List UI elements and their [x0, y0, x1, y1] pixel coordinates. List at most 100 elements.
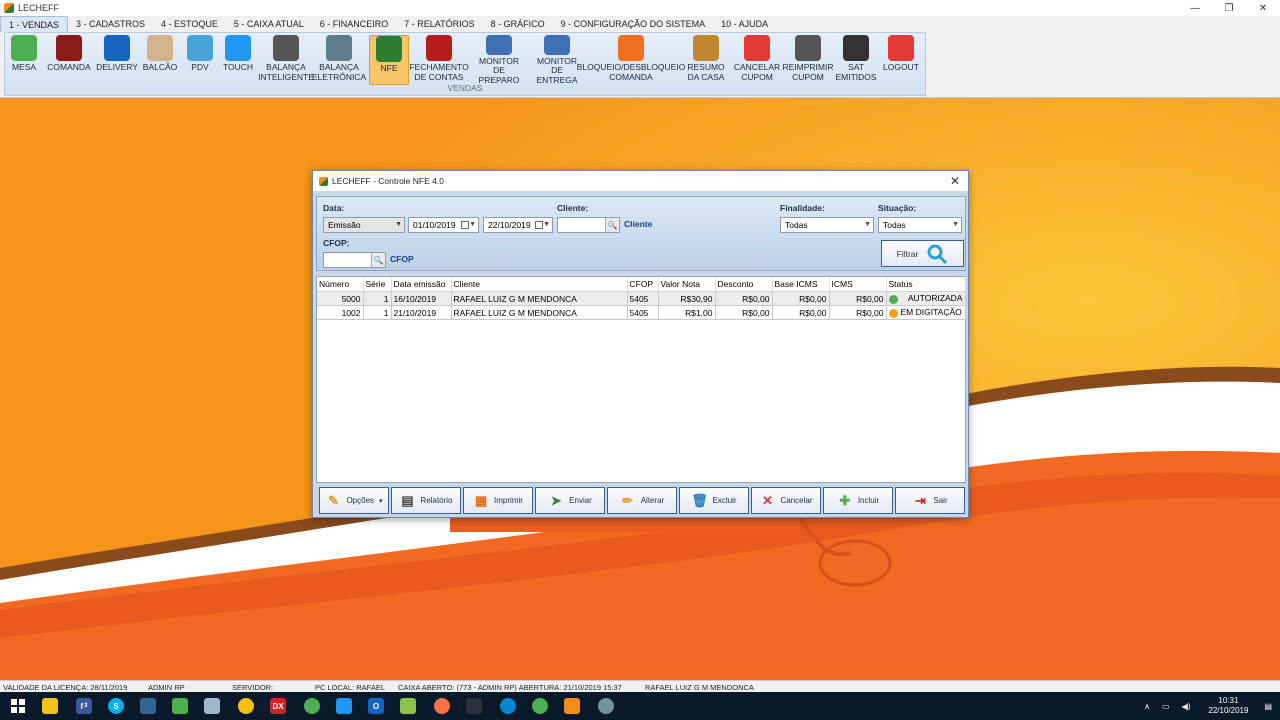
ribbon-button-6[interactable]: scale-iconBALANÇA INTELIGENTE [258, 35, 314, 85]
facebook-icon[interactable]: f3 [76, 698, 92, 714]
clock[interactable]: 10:31 22/10/2019 [1200, 696, 1256, 716]
firefox-icon[interactable] [434, 698, 450, 714]
edit-button[interactable]: ✏ Alterar [607, 487, 677, 514]
menu-tab-6[interactable]: 8 - GRÁFICO [483, 16, 553, 32]
situacao-select[interactable]: Todas ▼ [878, 217, 962, 233]
editor-icon[interactable] [172, 698, 188, 714]
cancel-button[interactable]: ✕ Cancelar [751, 487, 821, 514]
menu-tab-5[interactable]: 7 - RELATÓRIOS [396, 16, 482, 32]
menu-tab-1[interactable]: 3 - CADASTROS [68, 16, 153, 32]
notes-icon[interactable] [204, 698, 220, 714]
column-header[interactable]: ICMS [829, 277, 887, 292]
calculator-icon[interactable] [336, 698, 352, 714]
chrome-icon[interactable] [304, 698, 320, 714]
menu-tab-2[interactable]: 4 - ESTOQUE [153, 16, 226, 32]
sticky-notes-icon[interactable] [42, 698, 58, 714]
cliente-search-input[interactable]: 🔍 [557, 217, 620, 233]
ribbon-button-15[interactable]: printer-iconREIMPRIMIR CUPOM [783, 35, 834, 85]
calendar-icon [535, 221, 543, 229]
print-button[interactable]: ▦ Imprimir [463, 487, 533, 514]
minimize-icon[interactable]: — [1178, 0, 1212, 16]
app-icon[interactable] [238, 698, 254, 714]
ribbon-button-5[interactable]: touch-screen-iconTOUCH [221, 35, 255, 85]
column-header[interactable]: Data emissão [391, 277, 452, 292]
ribbon-button-0[interactable]: fork-knife-iconMESA [9, 35, 39, 85]
ribbon-button-17[interactable]: user-logout-iconLOGOUT [883, 35, 919, 85]
files-icon[interactable] [400, 698, 416, 714]
tool-icon[interactable] [598, 698, 614, 714]
dropdown-arrow-icon[interactable]: ▾ [379, 497, 383, 505]
status-cliente: RAFAEL LUIZ G M MENDONCA [645, 683, 754, 692]
settings-icon[interactable] [466, 698, 482, 714]
tray-chevron-icon[interactable]: ∧ [1144, 702, 1150, 711]
table-row[interactable]: 1002 1 21/10/2019 RAFAEL LUIZ G M MENDONCA 5… [317, 305, 966, 320]
cfop-search-input[interactable]: 🔍 [323, 252, 386, 268]
ribbon-button-11[interactable]: monitor-delivery-iconMONITOR DE ENTREGA [531, 35, 583, 85]
table-cell: RAFAEL LUIZ G M MENDONCA [451, 305, 628, 320]
column-header[interactable]: CFOP [627, 277, 659, 292]
column-header[interactable]: Número [317, 277, 364, 292]
network-icon[interactable]: ▭ [1162, 702, 1170, 711]
ribbon-button-16[interactable]: sat-iconSAT EMITIDOS [835, 35, 877, 85]
ribbon-button-10[interactable]: monitor-prep-iconMONITOR DE PREPARO [473, 35, 525, 85]
search-icon[interactable]: 🔍 [371, 253, 385, 267]
send-button[interactable]: ➤ Enviar [535, 487, 605, 514]
ribbon-button-label: SAT EMITIDOS [835, 62, 877, 82]
windows-start-icon[interactable] [10, 698, 26, 714]
column-header[interactable]: Desconto [715, 277, 773, 292]
date-to-picker[interactable]: 22/10/2019 ▼ [483, 217, 553, 233]
ribbon-button-3[interactable]: counter-iconBALCÃO [141, 35, 179, 85]
exit-button[interactable]: ⇥ Sair [895, 487, 965, 514]
ribbon-button-12[interactable]: lock-order-iconBLOQUEIO/DESBLOQUEIO COMA… [577, 35, 685, 85]
dialog-close-icon[interactable]: ✕ [950, 174, 960, 188]
cancel-x-icon: ✕ [762, 492, 773, 508]
column-header[interactable]: Série [363, 277, 392, 292]
delete-button[interactable]: 🗑 Excluir [679, 487, 749, 514]
column-header[interactable]: Status [886, 277, 966, 292]
date-from-picker[interactable]: 01/10/2019 ▼ [408, 217, 479, 233]
column-header[interactable]: Cliente [451, 277, 628, 292]
table-row[interactable]: 5000 1 16/10/2019 RAFAEL LUIZ G M MENDONCA 5… [317, 291, 966, 306]
options-button[interactable]: ✎ Opções ▾ [319, 487, 389, 514]
menu-tab-4[interactable]: 6 - FINANCEIRO [312, 16, 397, 32]
ribbon-button-4[interactable]: basket-iconPDV [185, 35, 215, 85]
teamviewer-icon[interactable] [500, 698, 516, 714]
menu-tab-8[interactable]: 10 - AJUDA [713, 16, 776, 32]
ribbon-button-label: MESA [11, 62, 37, 72]
dx-icon[interactable]: DX [270, 698, 286, 714]
table-cell: 5000 [317, 291, 364, 306]
ribbon-order-pad-icon: order-pad-icon [56, 35, 82, 61]
menu-tab-3[interactable]: 5 - CAIXA ATUAL [226, 16, 312, 32]
menu-tab-7[interactable]: 9 - CONFIGURAÇÃO DO SISTEMA [553, 16, 714, 32]
ribbon-button-2[interactable]: telephone-iconDELIVERY [96, 35, 138, 85]
lecheff-taskbar-icon[interactable] [564, 698, 580, 714]
cfop-link[interactable]: CFOP [390, 254, 414, 264]
report-button[interactable]: ▤ Relatório [391, 487, 461, 514]
cliente-link[interactable]: Cliente [624, 219, 652, 229]
close-icon[interactable]: ✕ [1246, 0, 1280, 16]
outlook-icon[interactable]: O [368, 698, 384, 714]
ribbon-button-7[interactable]: electronic-scale-iconBALANÇA ELETRÔNICA [312, 35, 366, 85]
chrome-alt-icon[interactable] [532, 698, 548, 714]
maximize-icon[interactable]: ❐ [1212, 0, 1246, 16]
ribbon-button-13[interactable]: jar-iconRESUMO DA CASA [687, 35, 725, 85]
ribbon-button-8[interactable]: nfe-document-iconNFE [369, 35, 409, 85]
postgres-icon[interactable] [140, 698, 156, 714]
ribbon-button-1[interactable]: order-pad-iconCOMANDA [47, 35, 91, 85]
menu-tab-0[interactable]: 1 - VENDAS [0, 16, 69, 32]
volume-icon[interactable]: ◀) [1182, 702, 1191, 711]
column-header[interactable]: Base ICMS [772, 277, 830, 292]
ribbon-button-9[interactable]: cash-register-iconFECHAMENTO DE CONTAS [409, 35, 469, 85]
filtrar-button[interactable]: Filtrar [881, 240, 964, 267]
trash-icon: 🗑 [691, 492, 708, 508]
column-header[interactable]: Valor Nota [658, 277, 716, 292]
status-bar: VALIDADE DA LICENÇA: 28/11/2019 ADMIN RP… [0, 680, 1280, 692]
date-type-select[interactable]: Emissão ▼ [323, 217, 405, 233]
add-button[interactable]: ✚ Incluir [823, 487, 893, 514]
skype-icon[interactable]: S [108, 698, 124, 714]
finalidade-select[interactable]: Todas ▼ [780, 217, 874, 233]
table-body: 5000 1 16/10/2019 RAFAEL LUIZ G M MENDONCA 5… [317, 291, 966, 320]
search-icon[interactable]: 🔍 [605, 218, 619, 232]
ribbon-button-14[interactable]: cancel-iconCANCELAR CUPOM [734, 35, 780, 85]
notification-icon[interactable]: ▤ [1264, 702, 1272, 711]
